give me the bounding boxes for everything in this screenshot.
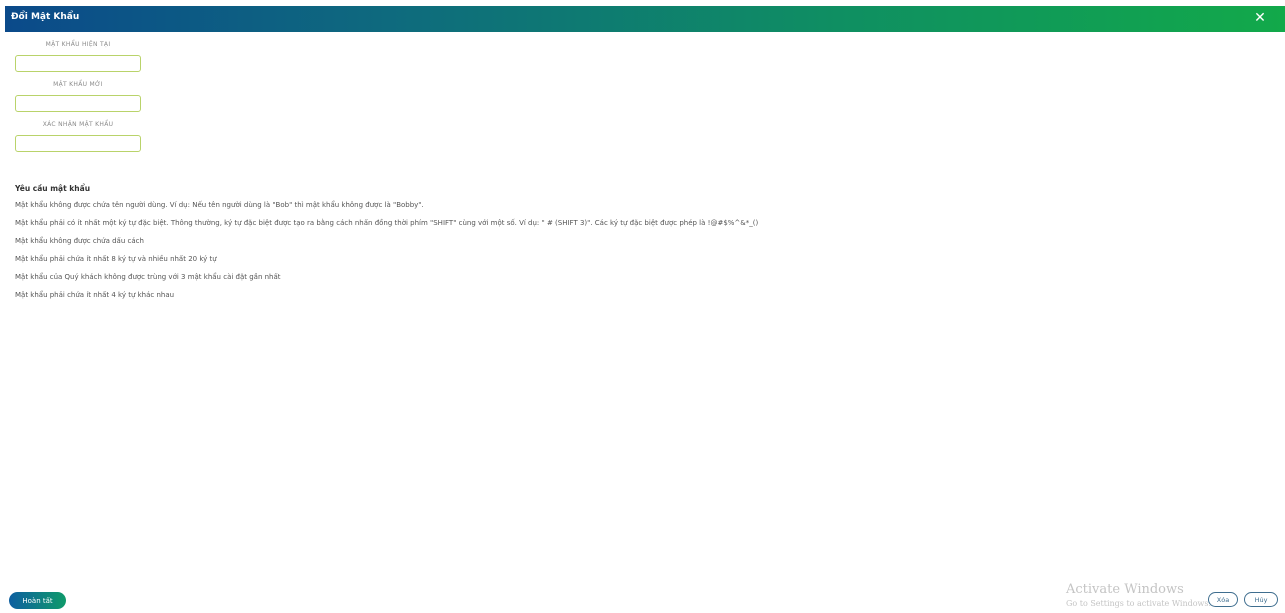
dialog-titlebar: Đổi Mật Khẩu ✕ — [5, 6, 1285, 32]
clear-button[interactable]: Xóa — [1208, 592, 1238, 607]
new-password-group: MẬT KHẨU MỚI — [15, 81, 141, 112]
requirement-item: Mật khẩu không được chứa tên người dùng.… — [15, 201, 424, 209]
requirement-item: Mật khẩu không được chứa dấu cách — [15, 237, 144, 245]
dialog-title: Đổi Mật Khẩu — [11, 12, 80, 22]
requirement-item: Mật khẩu phải chứa ít nhất 4 ký tự khác … — [15, 291, 175, 299]
requirement-item: Mật khẩu phải chứa ít nhất 8 ký tự và nh… — [15, 255, 217, 263]
password-requirements: Yêu cầu mật khẩu Mật khẩu không được chứ… — [15, 184, 1265, 307]
requirement-item: Mật khẩu phải có ít nhất một ký tự đặc b… — [15, 219, 759, 227]
requirements-title: Yêu cầu mật khẩu — [15, 184, 91, 193]
current-password-input[interactable] — [15, 55, 141, 72]
cancel-button[interactable]: Hủy — [1244, 592, 1278, 607]
close-icon[interactable]: ✕ — [1251, 9, 1269, 27]
confirm-password-label: XÁC NHẬN MẬT KHẨU — [42, 121, 114, 128]
current-password-group: MẬT KHẨU HIỆN TẠI — [15, 41, 141, 72]
activate-windows-watermark: Activate Windows Go to Settings to activ… — [1066, 582, 1211, 608]
watermark-title: Activate Windows — [1066, 582, 1184, 597]
current-password-label: MẬT KHẨU HIỆN TẠI — [45, 41, 111, 48]
confirm-password-input[interactable] — [15, 135, 141, 152]
confirm-password-group: XÁC NHẬN MẬT KHẨU — [15, 121, 141, 152]
requirement-item: Mật khẩu của Quý khách không được trùng … — [15, 273, 281, 281]
new-password-label: MẬT KHẨU MỚI — [53, 81, 103, 88]
finish-button[interactable]: Hoàn tất — [9, 592, 66, 609]
new-password-input[interactable] — [15, 95, 141, 112]
watermark-subtitle: Go to Settings to activate Windows. — [1066, 599, 1212, 608]
change-password-dialog: Đổi Mật Khẩu ✕ MẬT KHẨU HIỆN TẠI MẬT KHẨ… — [0, 0, 1285, 613]
